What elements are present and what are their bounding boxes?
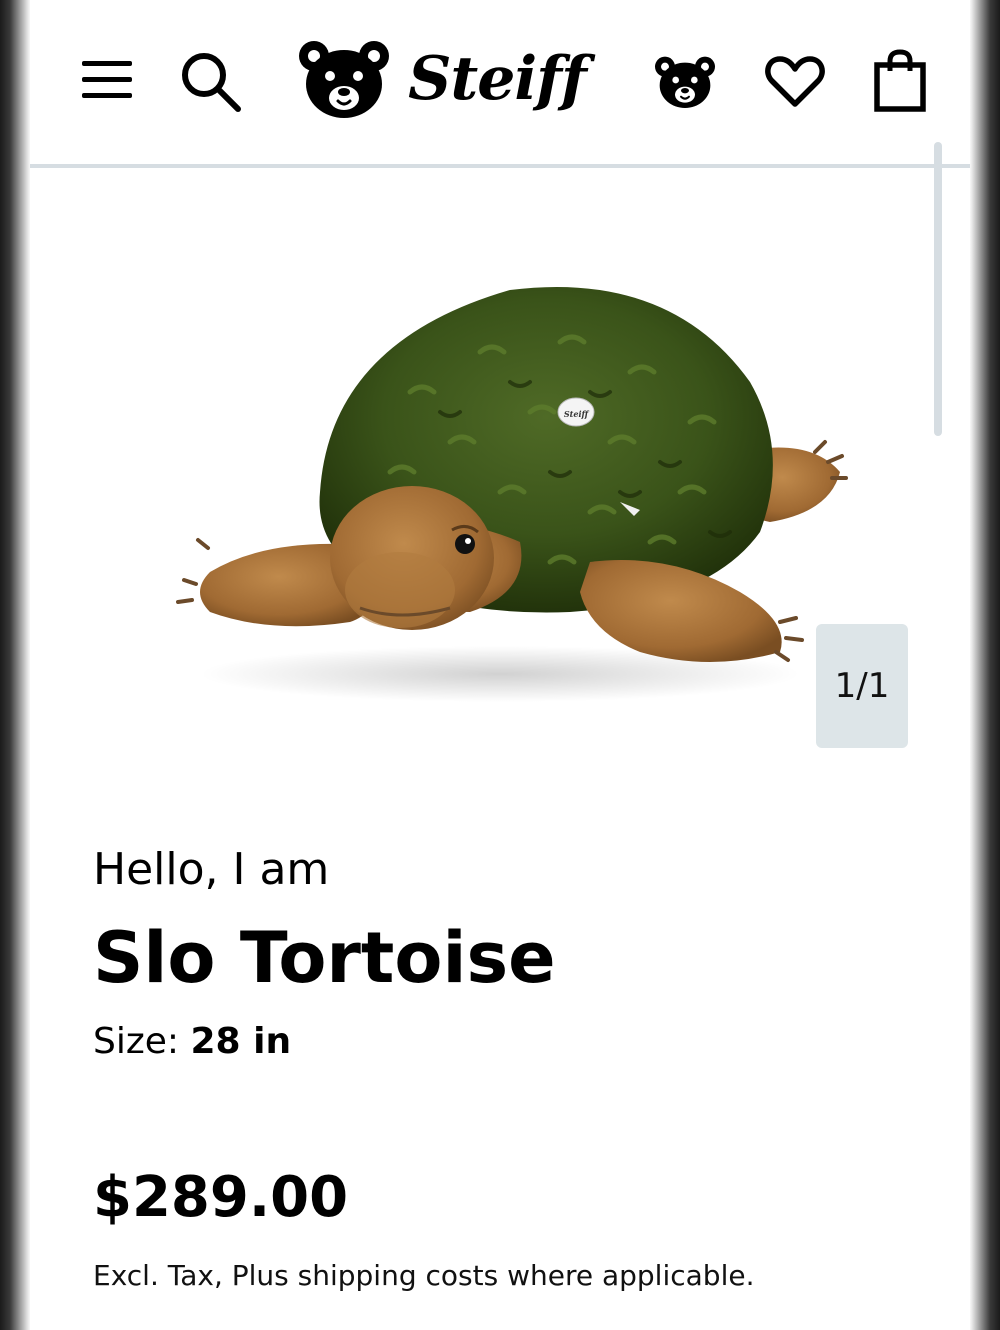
product-page: Steiff Steiff 1/1 Hello, I am Slo Tortoi…: [30, 0, 970, 1330]
product-image-gallery[interactable]: Steiff 1/1: [30, 172, 970, 772]
image-counter[interactable]: 1/1: [816, 624, 908, 748]
price-note: Excl. Tax, Plus shipping costs where app…: [93, 1259, 755, 1292]
hamburger-menu-icon: [82, 61, 132, 98]
product-price: $289.00: [93, 1165, 349, 1230]
product-title: Slo Tortoise: [93, 917, 556, 999]
site-header: Steiff: [30, 0, 970, 168]
size-value: 28 in: [190, 1021, 292, 1062]
screen-frame: Steiff Steiff 1/1 Hello, I am Slo Tortoi…: [0, 0, 1000, 1330]
shopping-bag-icon: [874, 49, 926, 112]
account-button[interactable]: [652, 52, 718, 112]
heart-icon: [765, 56, 825, 107]
wishlist-button[interactable]: [764, 52, 826, 110]
search-button[interactable]: [176, 48, 246, 114]
product-greeting: Hello, I am: [93, 844, 330, 895]
product-size: Size: 28 in: [93, 1018, 291, 1066]
menu-button[interactable]: [78, 52, 136, 106]
steiff-logo[interactable]: Steiff: [288, 34, 594, 124]
bear-head-logo-icon: [299, 41, 390, 118]
product-image-tortoise: Steiff: [176, 286, 848, 702]
search-icon: [182, 53, 241, 112]
logo-wordmark: Steiff: [408, 44, 587, 114]
cart-button[interactable]: [870, 46, 930, 114]
bear-head-account-icon: [655, 56, 715, 108]
size-label: Size:: [93, 1021, 180, 1062]
shell-button-badge: Steiff: [564, 409, 590, 419]
